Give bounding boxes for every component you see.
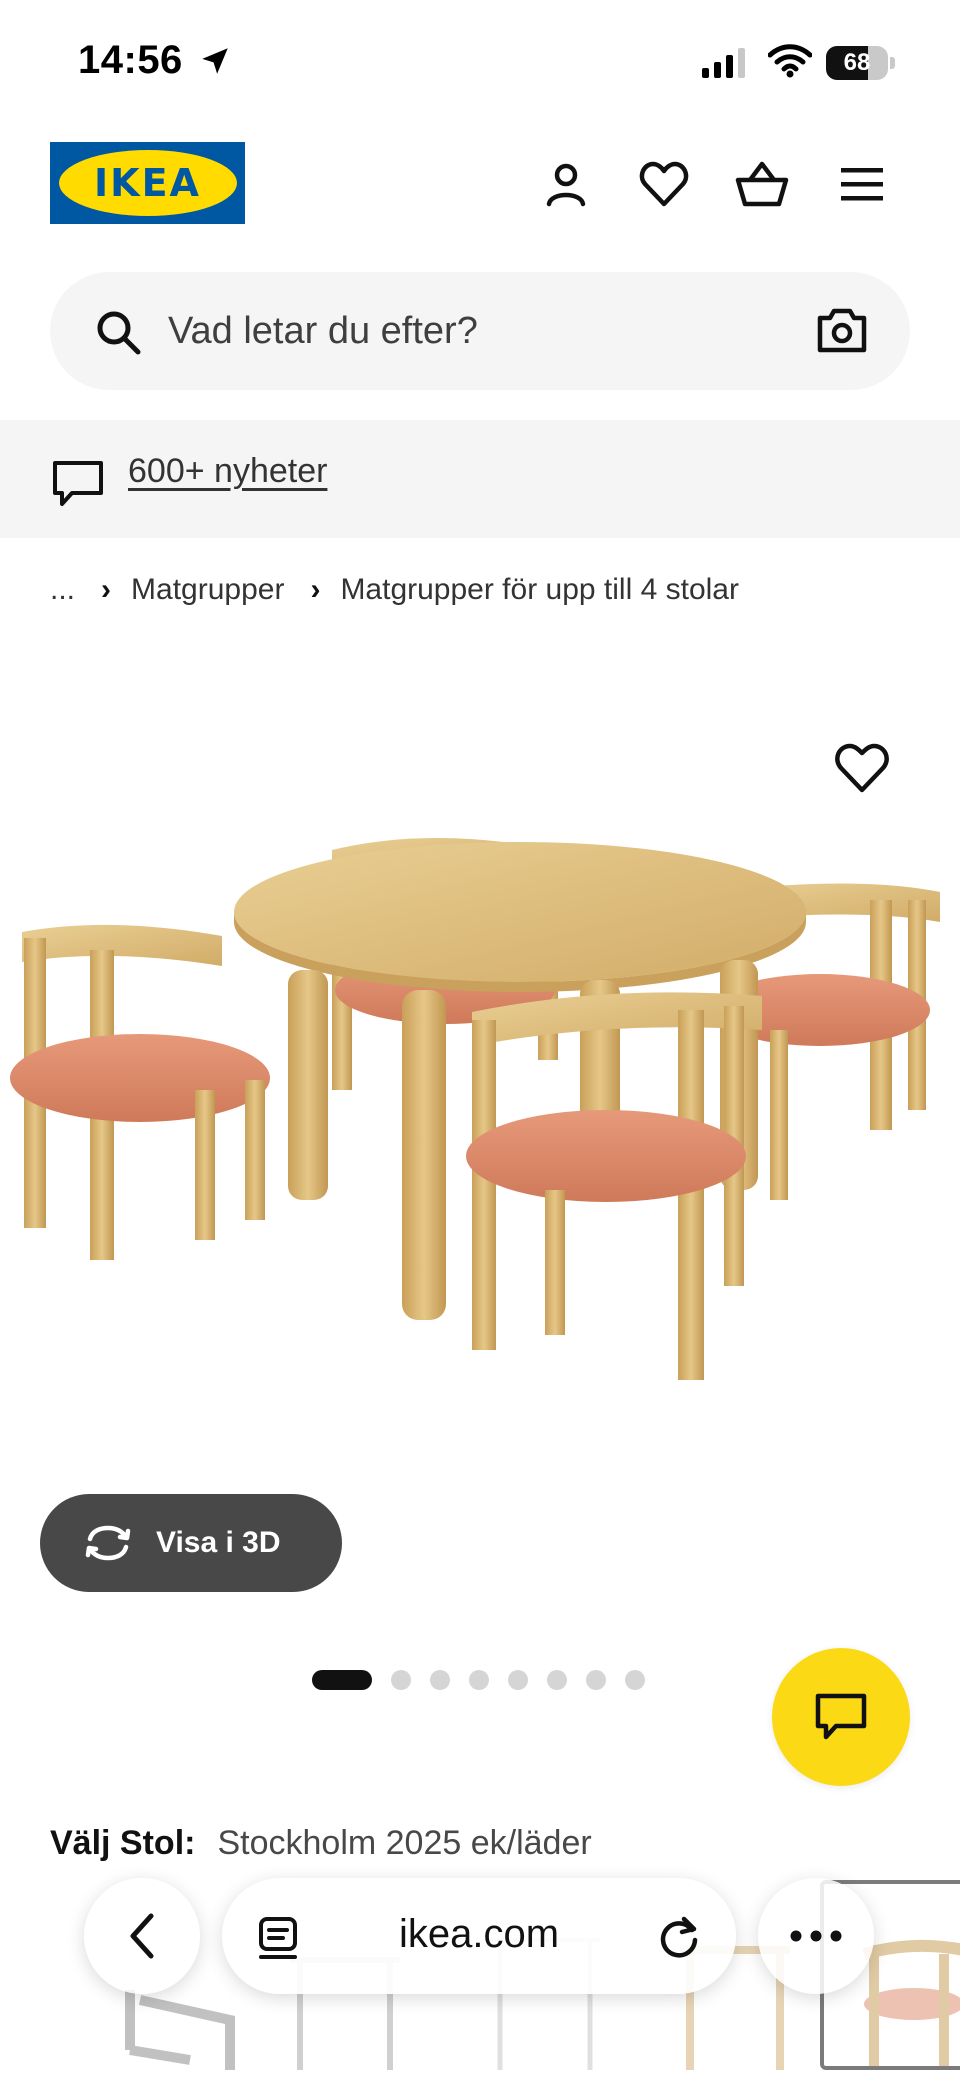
- option-label: Välj Stol:: [50, 1824, 196, 1862]
- cellular-signal-icon: [702, 48, 745, 78]
- account-icon[interactable]: [538, 156, 594, 212]
- option-value: Stockholm 2025 ek/läder: [217, 1824, 592, 1862]
- site-header: IKEA: [0, 130, 960, 240]
- chat-icon: [815, 1693, 867, 1740]
- news-banner: 600+ nyheter: [0, 420, 960, 538]
- breadcrumb-item[interactable]: Matgrupper för upp till 4 stolar: [340, 573, 739, 607]
- rotate-3d-icon: [85, 1525, 131, 1561]
- back-chevron-icon: [130, 1913, 154, 1959]
- search-icon: [97, 311, 141, 355]
- reload-icon[interactable]: [656, 1914, 702, 1960]
- carousel-indicator: [312, 1668, 664, 1692]
- more-button[interactable]: [758, 1878, 874, 1994]
- carousel-dot[interactable]: [586, 1670, 606, 1690]
- carousel-dot[interactable]: [469, 1670, 489, 1690]
- chevron-right-icon: ›: [101, 573, 112, 606]
- shopping-basket-icon[interactable]: [734, 156, 790, 212]
- wishlist-heart-icon[interactable]: [636, 156, 692, 212]
- carousel-dot[interactable]: [625, 1670, 645, 1690]
- carousel-dot[interactable]: [391, 1670, 411, 1690]
- camera-icon[interactable]: [816, 306, 868, 354]
- search-bar[interactable]: [50, 272, 910, 390]
- logo-oval: IKEA: [58, 150, 237, 216]
- carousel-dot[interactable]: [430, 1670, 450, 1690]
- address-bar[interactable]: ikea.com: [222, 1878, 736, 1994]
- location-arrow-icon: [202, 48, 228, 74]
- breadcrumb-item[interactable]: Matgrupper: [131, 573, 284, 607]
- carousel-dot[interactable]: [508, 1670, 528, 1690]
- wifi-icon: [768, 44, 812, 78]
- status-time: 14:56: [78, 38, 183, 82]
- menu-icon[interactable]: [834, 156, 890, 212]
- battery-icon: 68: [826, 46, 896, 80]
- view-in-3d-label: Visa i 3D: [156, 1526, 281, 1559]
- browser-toolbar: ikea.com: [0, 1870, 960, 2010]
- view-in-3d-button[interactable]: Visa i 3D: [40, 1494, 342, 1592]
- chair-option: Välj Stol: Stockholm 2025 ek/läder: [50, 1824, 592, 1863]
- chat-button[interactable]: [772, 1648, 910, 1786]
- speech-bubble-icon: [53, 461, 103, 506]
- search-input[interactable]: [168, 302, 808, 360]
- logo-text: IKEA: [94, 161, 201, 205]
- carousel-dot[interactable]: [547, 1670, 567, 1690]
- ikea-logo[interactable]: IKEA: [50, 142, 245, 224]
- news-link[interactable]: 600+ nyheter: [128, 452, 327, 491]
- status-bar: 14:56 68: [0, 0, 960, 120]
- heart-icon[interactable]: [834, 740, 890, 796]
- breadcrumb: ... › Matgrupper › Matgrupper för upp ti…: [50, 570, 739, 610]
- carousel-dot-active[interactable]: [312, 1670, 372, 1690]
- chevron-right-icon: ›: [310, 573, 321, 606]
- battery-level: 68: [843, 49, 871, 76]
- more-dots-icon: [790, 1930, 842, 1942]
- back-button[interactable]: [84, 1878, 200, 1994]
- product-image[interactable]: [10, 830, 950, 1490]
- breadcrumb-ellipsis[interactable]: ...: [50, 573, 75, 607]
